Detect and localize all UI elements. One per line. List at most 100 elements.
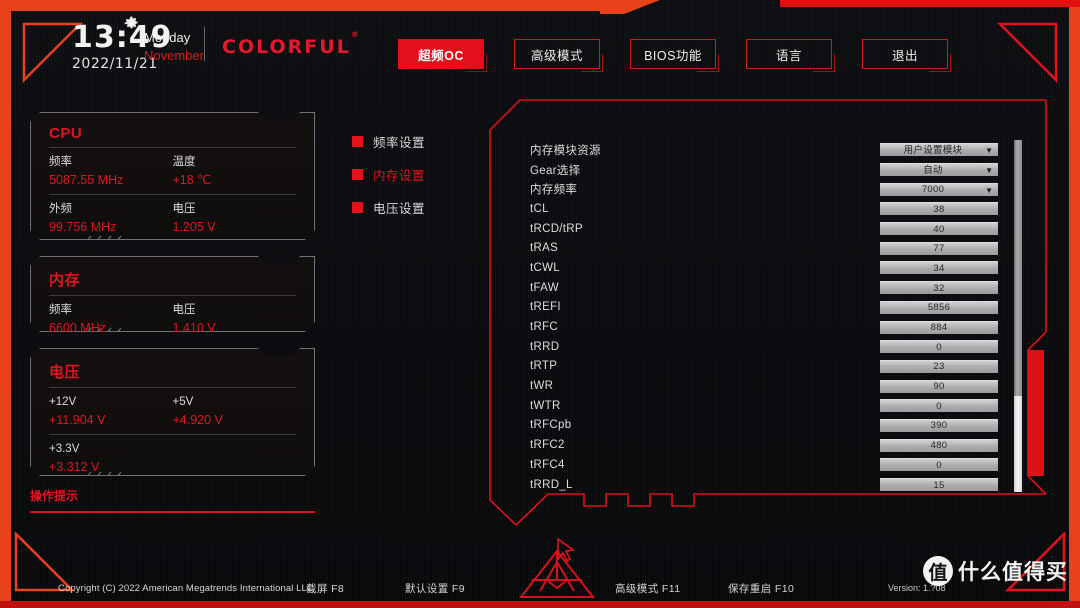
setting-field-trrd-l[interactable]: 15 [880, 478, 998, 492]
panel-divider [49, 241, 296, 242]
setting-dropdown-memory-frequency[interactable]: 7000 ▼ [880, 182, 998, 196]
tab-label: BIOS功能 [644, 48, 702, 63]
setting-field-tcl[interactable]: 38 [880, 202, 998, 216]
setting-field-twtr[interactable]: 0 [880, 399, 998, 413]
setting-value: 15 [933, 479, 945, 491]
setting-row-trfc: tRFC 884 [530, 317, 998, 337]
chevron-down-icon: ▼ [985, 166, 993, 176]
month-label: November [144, 48, 204, 63]
footer: Copyright (C) 2022 American Megatrends I… [0, 575, 1080, 601]
panel-divider [49, 295, 296, 296]
setting-field-tfaw[interactable]: 32 [880, 281, 998, 295]
setting-field-tcwl[interactable]: 34 [880, 261, 998, 275]
bullet-square-icon [352, 168, 363, 180]
panel-divider [49, 342, 296, 343]
setting-label: tWR [530, 380, 554, 393]
tab-bios-features[interactable]: BIOS功能 [630, 39, 719, 72]
stat-label: 电压 [172, 304, 196, 316]
setting-field-trefi[interactable]: 5856 [880, 300, 998, 314]
operation-tips-title: 操作提示 [30, 489, 79, 503]
setting-label: tCL [530, 202, 549, 215]
weekday-label: Monday [144, 30, 191, 45]
menu-item-memory-settings[interactable]: 内存设置 [352, 162, 425, 186]
settings-scrollbar-track[interactable] [1014, 140, 1022, 492]
footer-key-defaults[interactable]: 默认设置 F9 [405, 581, 465, 596]
setting-row-twtr: tWTR 0 [530, 396, 998, 416]
stat-label: 外频 [49, 203, 72, 215]
panel-divider [49, 194, 296, 195]
stat-cell: 频率 6600 MHz [49, 302, 173, 338]
setting-field-trfcpb[interactable]: 390 [880, 418, 998, 432]
stat-label: 温度 [172, 156, 196, 168]
chevron-down-icon: ▼ [985, 185, 993, 195]
setting-value: 34 [933, 262, 945, 274]
footer-key-screenshot[interactable]: 截屏 F8 [306, 581, 344, 596]
setting-field-trtp[interactable]: 23 [880, 359, 998, 373]
menu-item-frequency-settings[interactable]: 频率设置 [352, 129, 425, 153]
stat-label: +3.3V [49, 443, 80, 455]
stat-cell: 频率 5087.55 MHz [49, 154, 173, 190]
top-nav-tabs: 超频OC 高级模式 BIOS功能 语言 退出 [398, 39, 951, 72]
setting-dropdown-gear-selection[interactable]: 自动 ▼ [880, 163, 998, 177]
setting-field-trfc[interactable]: 884 [880, 320, 998, 334]
setting-label: tRAS [530, 242, 559, 255]
tab-language[interactable]: 语言 [746, 39, 835, 72]
gear-icon [124, 16, 139, 31]
stat-label: +5V [172, 396, 194, 408]
operation-tips-rule [30, 511, 315, 513]
setting-label: tRRD [530, 340, 560, 353]
settings-scrollbar-thumb[interactable] [1014, 396, 1022, 492]
info-panel-voltage: 电压 +12V +11.904 V +5V +4.920 V +3.3V +3.… [30, 348, 315, 476]
setting-row-trrd: tRRD 0 [530, 337, 998, 357]
stat-row: 频率 6600 MHz 电压 1.410 V [49, 302, 296, 338]
footer-key-advanced-mode[interactable]: 高级模式 F11 [615, 581, 680, 596]
setting-field-trfc2[interactable]: 480 [880, 438, 998, 452]
menu-item-voltage-settings[interactable]: 电压设置 [352, 195, 425, 219]
setting-field-twr[interactable]: 90 [880, 379, 998, 393]
setting-label: tRFCpb [530, 419, 572, 432]
tab-label: 高级模式 [530, 48, 583, 63]
panel-title: CPU [49, 125, 83, 142]
setting-field-trfc4[interactable]: 0 [880, 458, 998, 472]
bios-screen: 13:49 2022/11/21 Monday November COLORFU… [0, 0, 1080, 608]
setting-dropdown-memory-module-resource[interactable]: 用户设置模块 ▼ [880, 143, 998, 157]
site-watermark: 值 什么值得买 [923, 556, 1068, 586]
setting-row-trfc4: tRFC4 0 [530, 455, 998, 475]
setting-row-tcl: tCL 38 [530, 199, 998, 219]
watermark-text: 什么值得买 [958, 560, 1068, 584]
stat-label: 频率 [49, 304, 72, 316]
tab-overclock[interactable]: 超频OC [398, 39, 487, 72]
stat-value: +18 ℃ [172, 173, 212, 187]
setting-value: 0 [936, 400, 942, 412]
menu-item-label: 内存设置 [373, 168, 426, 183]
setting-label: 内存模块资源 [530, 144, 601, 157]
footer-key-save-reboot[interactable]: 保存重启 F10 [728, 581, 794, 596]
header: 13:49 2022/11/21 Monday November COLORFU… [0, 11, 1080, 85]
setting-label: tRFC4 [530, 458, 565, 471]
tab-exit[interactable]: 退出 [862, 39, 951, 72]
menu-item-label: 频率设置 [373, 135, 426, 150]
setting-value: 自动 [923, 164, 943, 176]
stat-label: +12V [49, 396, 77, 408]
setting-label: tRFC2 [530, 439, 565, 452]
setting-row-trfcpb: tRFCpb 390 [530, 416, 998, 436]
mouse-cursor-icon [556, 537, 576, 563]
setting-label: tCWL [530, 261, 560, 274]
setting-field-trcd-trp[interactable]: 40 [880, 222, 998, 236]
setting-value: 77 [933, 243, 945, 255]
setting-value: 23 [933, 361, 945, 373]
stat-cell: 温度 +18 ℃ [173, 154, 297, 190]
copyright-text: Copyright (C) 2022 American Megatrends I… [58, 582, 314, 594]
info-panel-cpu: CPU 频率 5087.55 MHz 温度 +18 ℃ 外频 99.756 MH… [30, 112, 315, 240]
watermark-logo-mark: 值 [923, 556, 953, 586]
stat-value: +11.904 V [49, 413, 106, 427]
setting-value: 0 [936, 341, 942, 353]
stat-cell [173, 441, 297, 477]
setting-label: tRCD/tRP [530, 222, 583, 235]
setting-row-tcwl: tCWL 34 [530, 258, 998, 278]
tab-advanced-mode[interactable]: 高级模式 [514, 39, 603, 72]
stat-value: +4.920 V [172, 413, 223, 427]
setting-field-tras[interactable]: 77 [880, 241, 998, 255]
setting-field-trrd[interactable]: 0 [880, 340, 998, 354]
tab-label: 退出 [891, 48, 918, 63]
